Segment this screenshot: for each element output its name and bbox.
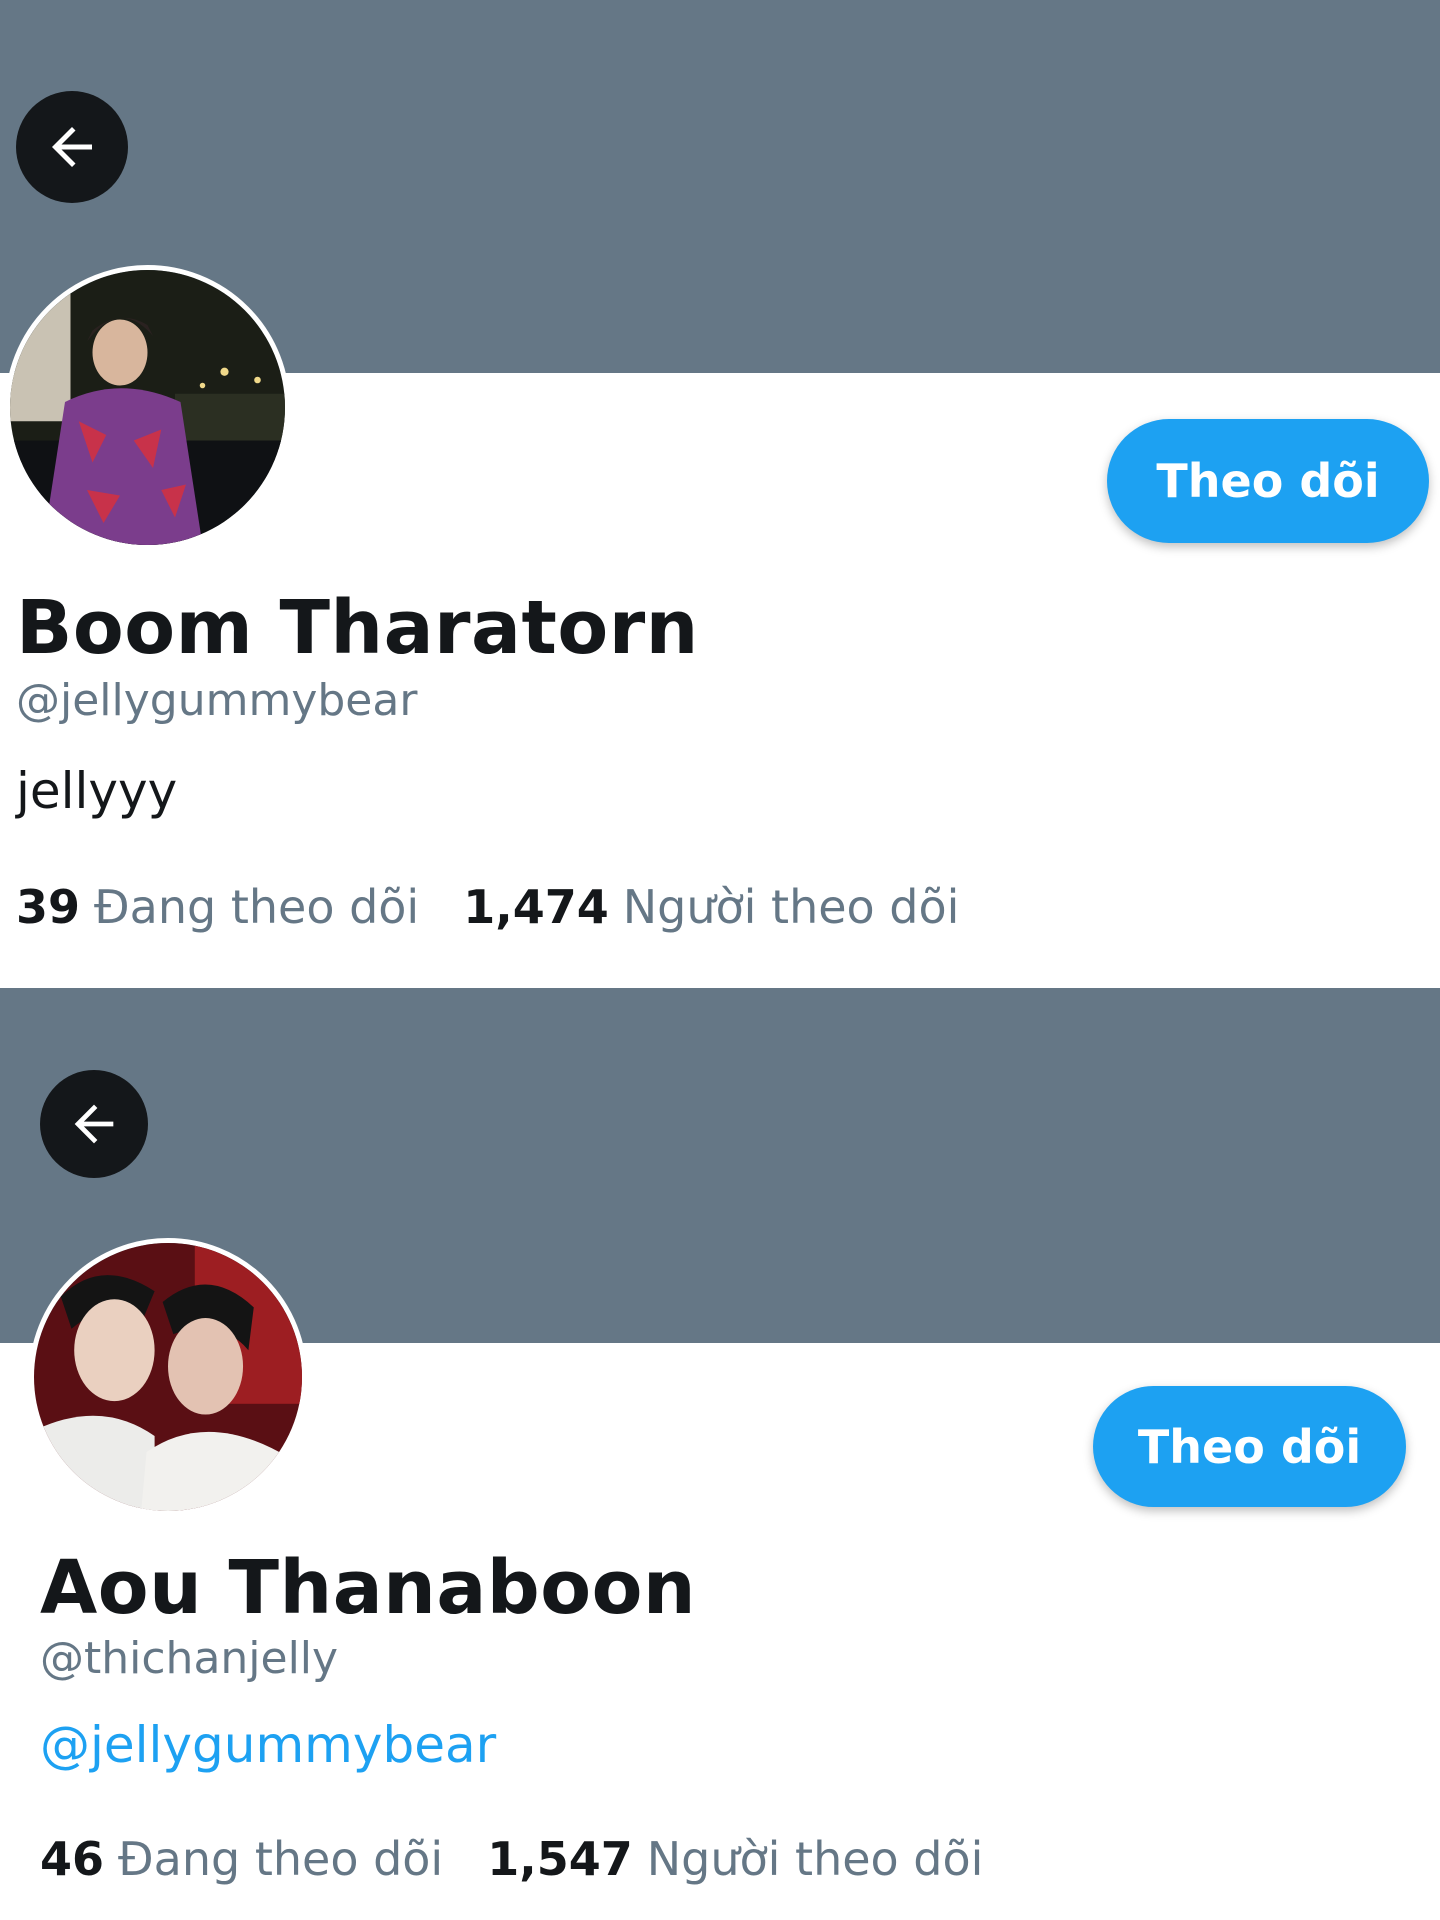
following-count: 46 [40,1832,105,1886]
bio-text: jellyyy [16,762,178,820]
followers-label: Người theo dõi [622,880,960,934]
followers-count: 1,474 [463,880,609,934]
arrow-left-icon [52,127,92,167]
back-button[interactable] [16,91,128,203]
display-name: Boom Tharatorn [16,585,699,671]
followers-stat[interactable]: 1,474 Người theo dõi [463,880,959,934]
profile-stats: 46 Đang theo dõi 1,547 Người theo dõi [40,1832,983,1886]
profile-stats: 39 Đang theo dõi 1,474 Người theo dõi [16,880,959,934]
username-handle: @thichanjelly [40,1633,339,1684]
followers-stat[interactable]: 1,547 Người theo dõi [487,1832,983,1886]
following-stat[interactable]: 46 Đang theo dõi [40,1832,443,1886]
back-button[interactable] [40,1070,148,1178]
follow-button-label: Theo dõi [1137,1419,1362,1474]
follow-button[interactable]: Theo dõi [1093,1386,1406,1507]
bio-mention-link[interactable]: @jellygummybear [40,1716,496,1774]
followers-label: Người theo dõi [646,1832,984,1886]
following-label: Đang theo dõi [118,1832,444,1886]
avatar[interactable] [5,265,290,550]
avatar[interactable] [29,1238,307,1516]
followers-count: 1,547 [487,1832,633,1886]
following-label: Đang theo dõi [94,880,420,934]
following-stat[interactable]: 39 Đang theo dõi [16,880,419,934]
follow-button-label: Theo dõi [1156,454,1380,508]
arrow-left-icon [74,1104,114,1144]
username-handle: @jellygummybear [16,675,418,726]
following-count: 39 [16,880,81,934]
display-name: Aou Thanaboon [40,1545,697,1631]
follow-button[interactable]: Theo dõi [1107,419,1429,543]
